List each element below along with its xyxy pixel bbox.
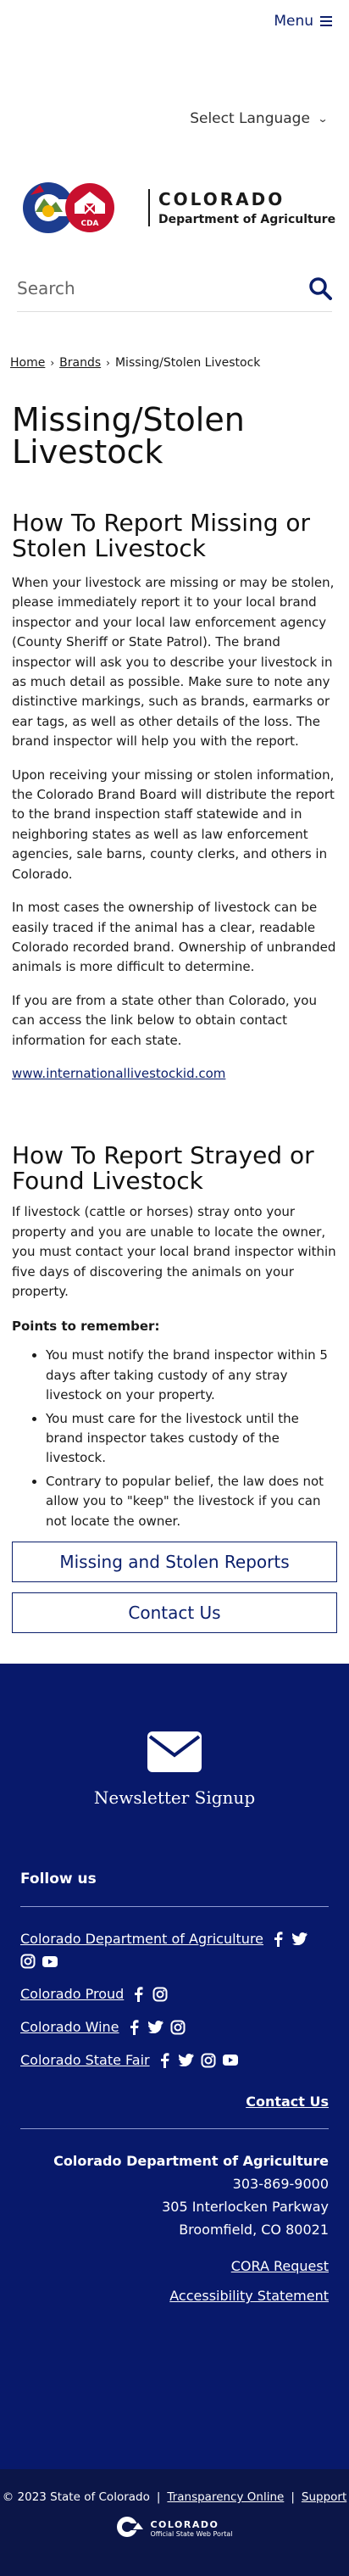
accessibility-link[interactable]: Accessibility Statement — [169, 2288, 329, 2304]
footer-links: CORA Request Accessibility Statement — [20, 2251, 329, 2311]
twitter-icon[interactable] — [147, 2020, 163, 2035]
menu-label: Menu — [274, 13, 313, 30]
paragraph: When your livestock are missing or may b… — [12, 575, 335, 750]
copyright-row: © 2023 State of Colorado | Transparency … — [0, 2469, 349, 2504]
points-heading: Points to remember: — [12, 1319, 160, 1335]
site-footer: Newsletter Signup Follow us Colorado Dep… — [0, 1664, 349, 2470]
page-title: Missing/Stolen Livestock — [12, 401, 245, 471]
link-paragraph: www.internationallivestockid.com — [12, 1064, 337, 1084]
list-item: You must care for the livestock until th… — [46, 1409, 337, 1469]
logo-line-1: COLORADO — [158, 189, 285, 209]
social-item-colorado-proud: Colorado Proud — [20, 1986, 329, 2002]
paragraph: If livestock (cattle or horses) stray on… — [12, 1204, 336, 1299]
language-select[interactable]: Select Language ⌄ — [190, 110, 329, 127]
instagram-icon[interactable] — [201, 2053, 216, 2068]
social-name[interactable]: Colorado Proud — [20, 1986, 124, 2002]
portal-line-1: COLORADO — [150, 2519, 219, 2531]
social-item-cda: Colorado Department of Agriculture — [20, 1931, 329, 1969]
follow-heading: Follow us — [20, 1871, 329, 1908]
language-row: Select Language ⌄ — [0, 51, 349, 127]
logo-line-2: Department of Agriculture — [158, 213, 336, 226]
newsletter-signup[interactable]: Newsletter Signup — [0, 1664, 349, 1808]
footer-contact: Contact Us — [20, 2094, 329, 2130]
social-item-state-fair: Colorado State Fair — [20, 2052, 329, 2068]
support-link[interactable]: Support — [302, 2490, 346, 2504]
address-block: Colorado Department of Agriculture 303-8… — [20, 2149, 329, 2241]
transparency-link[interactable]: Transparency Online — [167, 2490, 284, 2504]
phone: 303-869-9000 — [232, 2176, 329, 2193]
facebook-icon[interactable] — [126, 2019, 141, 2035]
contact-us-button[interactable]: Contact Us — [12, 1592, 337, 1634]
list-item: Contrary to popular belief, the law does… — [46, 1472, 337, 1531]
points-list: You must notify the brand inspector with… — [12, 1346, 337, 1531]
youtube-icon[interactable] — [42, 1954, 58, 1969]
social-item-colorado-wine: Colorado Wine — [20, 2019, 329, 2035]
top-bar: Menu — [0, 0, 349, 51]
main-content: Missing/Stolen Livestock How To Report M… — [0, 401, 349, 1634]
footer-contact-link[interactable]: Contact Us — [246, 2094, 329, 2110]
breadcrumb-separator-icon: › — [106, 357, 110, 369]
menu-button[interactable]: Menu — [274, 13, 332, 30]
report-strayed-section: How To Report Strayed or Found Livestock… — [12, 1143, 337, 1531]
instagram-icon[interactable] — [20, 1954, 36, 1969]
search-bar — [17, 265, 332, 312]
cora-request-link[interactable]: CORA Request — [231, 2258, 329, 2274]
facebook-icon[interactable] — [157, 2052, 172, 2068]
search-input[interactable] — [17, 277, 271, 298]
social-name[interactable]: Colorado Wine — [20, 2019, 119, 2035]
social-name[interactable]: Colorado Department of Agriculture — [20, 1931, 263, 1947]
breadcrumb-current: Missing/Stolen Livestock — [114, 356, 261, 370]
site-header: Menu Select Language ⌄ CDA COLORADO Depa… — [0, 0, 349, 312]
breadcrumb-brands[interactable]: Brands — [59, 356, 101, 370]
logo-wordmark: COLORADO Department of Agriculture — [148, 189, 335, 226]
org-name: Colorado Department of Agriculture — [53, 2153, 329, 2170]
portal-line-2: Official State Web Portal — [150, 2530, 233, 2539]
section-heading: How To Report Missing or Stolen Livestoc… — [12, 509, 311, 562]
hamburger-icon — [320, 16, 332, 26]
facebook-icon[interactable] — [130, 1986, 146, 2002]
language-label: Select Language — [190, 110, 310, 127]
chevron-down-icon: ⌄ — [317, 113, 329, 125]
social-list: Colorado Department of Agriculture Color… — [20, 1931, 329, 2068]
cda-logo-icon: CDA — [19, 178, 141, 237]
sub-footer: © 2023 State of Colorado | Transparency … — [0, 2469, 349, 2576]
divider: | — [156, 2490, 161, 2505]
paragraph: Upon receiving your missing or stolen in… — [12, 767, 335, 882]
livestock-id-link[interactable]: www.internationallivestockid.com — [12, 1066, 225, 1081]
report-missing-section: How To Report Missing or Stolen Livestoc… — [12, 510, 337, 1084]
colorado-c-icon — [116, 2516, 145, 2541]
social-name[interactable]: Colorado State Fair — [20, 2052, 150, 2068]
list-item: You must notify the brand inspector with… — [46, 1346, 337, 1405]
paragraph: If you are from a state other than Color… — [12, 992, 317, 1048]
state-portal-logo[interactable]: COLORADO Official State Web Portal — [0, 2516, 349, 2541]
missing-stolen-reports-button[interactable]: Missing and Stolen Reports — [12, 1542, 337, 1583]
youtube-icon[interactable] — [222, 2053, 238, 2068]
svg-text:CDA: CDA — [80, 220, 98, 228]
portal-text: COLORADO Official State Web Portal — [150, 2519, 232, 2538]
instagram-icon[interactable] — [170, 2020, 186, 2035]
newsletter-label: Newsletter Signup — [93, 1787, 256, 1809]
instagram-icon[interactable] — [152, 1987, 168, 2002]
search-icon[interactable] — [308, 276, 332, 300]
envelope-icon — [147, 1731, 202, 1773]
twitter-icon[interactable] — [178, 2053, 194, 2068]
breadcrumb-separator-icon: › — [50, 357, 55, 369]
facebook-icon[interactable] — [270, 1931, 285, 1947]
twitter-icon[interactable] — [292, 1932, 308, 1947]
section-heading: How To Report Strayed or Found Livestock — [12, 1141, 314, 1196]
breadcrumb: Home › Brands › Missing/Stolen Livestock — [10, 356, 339, 370]
breadcrumb-home[interactable]: Home — [10, 356, 45, 370]
street-address: 305 Interlocken Parkway — [162, 2199, 329, 2216]
city-address: Broomfield, CO 80021 — [179, 2222, 329, 2239]
site-logo[interactable]: CDA COLORADO Department of Agriculture — [0, 170, 349, 246]
paragraph: In most cases the ownership of livestock… — [12, 900, 336, 975]
divider: | — [291, 2490, 295, 2505]
copyright-text: © 2023 State of Colorado — [2, 2490, 150, 2505]
